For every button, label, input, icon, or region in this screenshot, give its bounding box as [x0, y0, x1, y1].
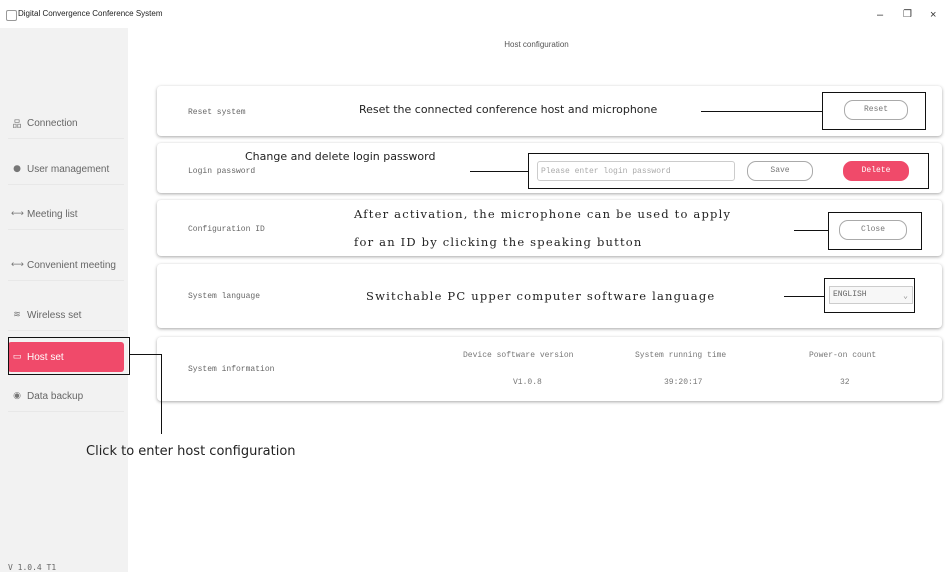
annotation-login-line — [470, 171, 528, 173]
connection-icon: 品 — [12, 119, 22, 130]
page-title: Host configuration — [504, 40, 569, 49]
sidebar-item-data-backup[interactable]: ◉ Data backup — [8, 381, 124, 412]
minimize-icon[interactable]: – — [877, 9, 883, 21]
sidebar-item-label: Data backup — [27, 390, 84, 402]
wifi-icon: ≋ — [13, 310, 21, 320]
close-icon[interactable]: × — [930, 9, 936, 21]
sidebar-item-convenient-meeting[interactable]: ⟷ Convenient meeting — [8, 250, 124, 281]
user-icon: ● — [13, 164, 21, 174]
sidebar-item-meeting-list[interactable]: ⟷ Meeting list — [8, 199, 124, 230]
sidebar-item-user-management[interactable]: ● User management — [8, 154, 124, 185]
info-value-power-count: 32 — [840, 378, 850, 387]
annotation-reset-box — [822, 92, 926, 130]
annotation-host-box — [8, 337, 130, 375]
info-value-runtime: 39:20:17 — [664, 378, 703, 387]
annotation-config-line1: After activation, the microphone can be … — [354, 207, 732, 221]
sidebar-item-label: Connection — [27, 117, 78, 129]
annotation-config-line2: for an ID by clicking the speaking butto… — [354, 235, 643, 249]
sidebar-item-connection[interactable]: 品 Connection — [8, 108, 124, 139]
sidebar-item-wireless-set[interactable]: ≋ Wireless set — [8, 300, 124, 331]
annotation-config-line — [794, 230, 828, 232]
sidebar-item-label: Wireless set — [27, 309, 82, 321]
login-password-label: Login password — [188, 167, 256, 176]
version-label: V 1.0.4 T1 — [8, 563, 57, 572]
info-header-power-count: Power-on count — [809, 351, 877, 360]
maximize-icon[interactable]: ❐ — [903, 9, 912, 20]
info-header-version: Device software version — [463, 351, 574, 360]
configuration-id-label: Configuration ID — [188, 225, 265, 234]
sidebar-item-label: Convenient meeting — [27, 259, 116, 271]
reset-system-label: Reset system — [188, 108, 246, 117]
sidebar-item-label: User management — [27, 163, 110, 175]
meeting-list-icon: ⟷ — [11, 209, 24, 219]
annotation-config-box — [828, 212, 922, 250]
system-information-label: System information — [188, 365, 275, 374]
annotation-host: Click to enter host configuration — [86, 444, 296, 459]
system-language-label: System language — [188, 292, 261, 301]
annotation-login-box — [528, 153, 929, 189]
annotation-login: Change and delete login password — [245, 150, 436, 163]
annotation-language: Switchable PC upper computer software la… — [366, 289, 716, 303]
backup-icon: ◉ — [13, 391, 21, 401]
app-logo-icon — [6, 10, 17, 21]
sidebar-item-label: Meeting list — [27, 208, 78, 220]
annotation-reset: Reset the connected conference host and … — [359, 103, 658, 116]
annotation-language-line — [784, 296, 824, 298]
annotation-reset-line — [701, 111, 822, 113]
info-value-version: V1.0.8 — [513, 378, 542, 387]
annotation-host-line-v — [161, 354, 163, 434]
annotation-language-box — [824, 278, 915, 313]
info-header-runtime: System running time — [635, 351, 727, 360]
convenient-meeting-icon: ⟷ — [11, 260, 24, 270]
window-title: Digital Convergence Conference System — [18, 9, 163, 18]
system-information-card: System information Device software versi… — [157, 337, 942, 401]
annotation-host-line-h — [130, 354, 162, 356]
title-bar: Digital Convergence Conference System – … — [0, 0, 945, 28]
